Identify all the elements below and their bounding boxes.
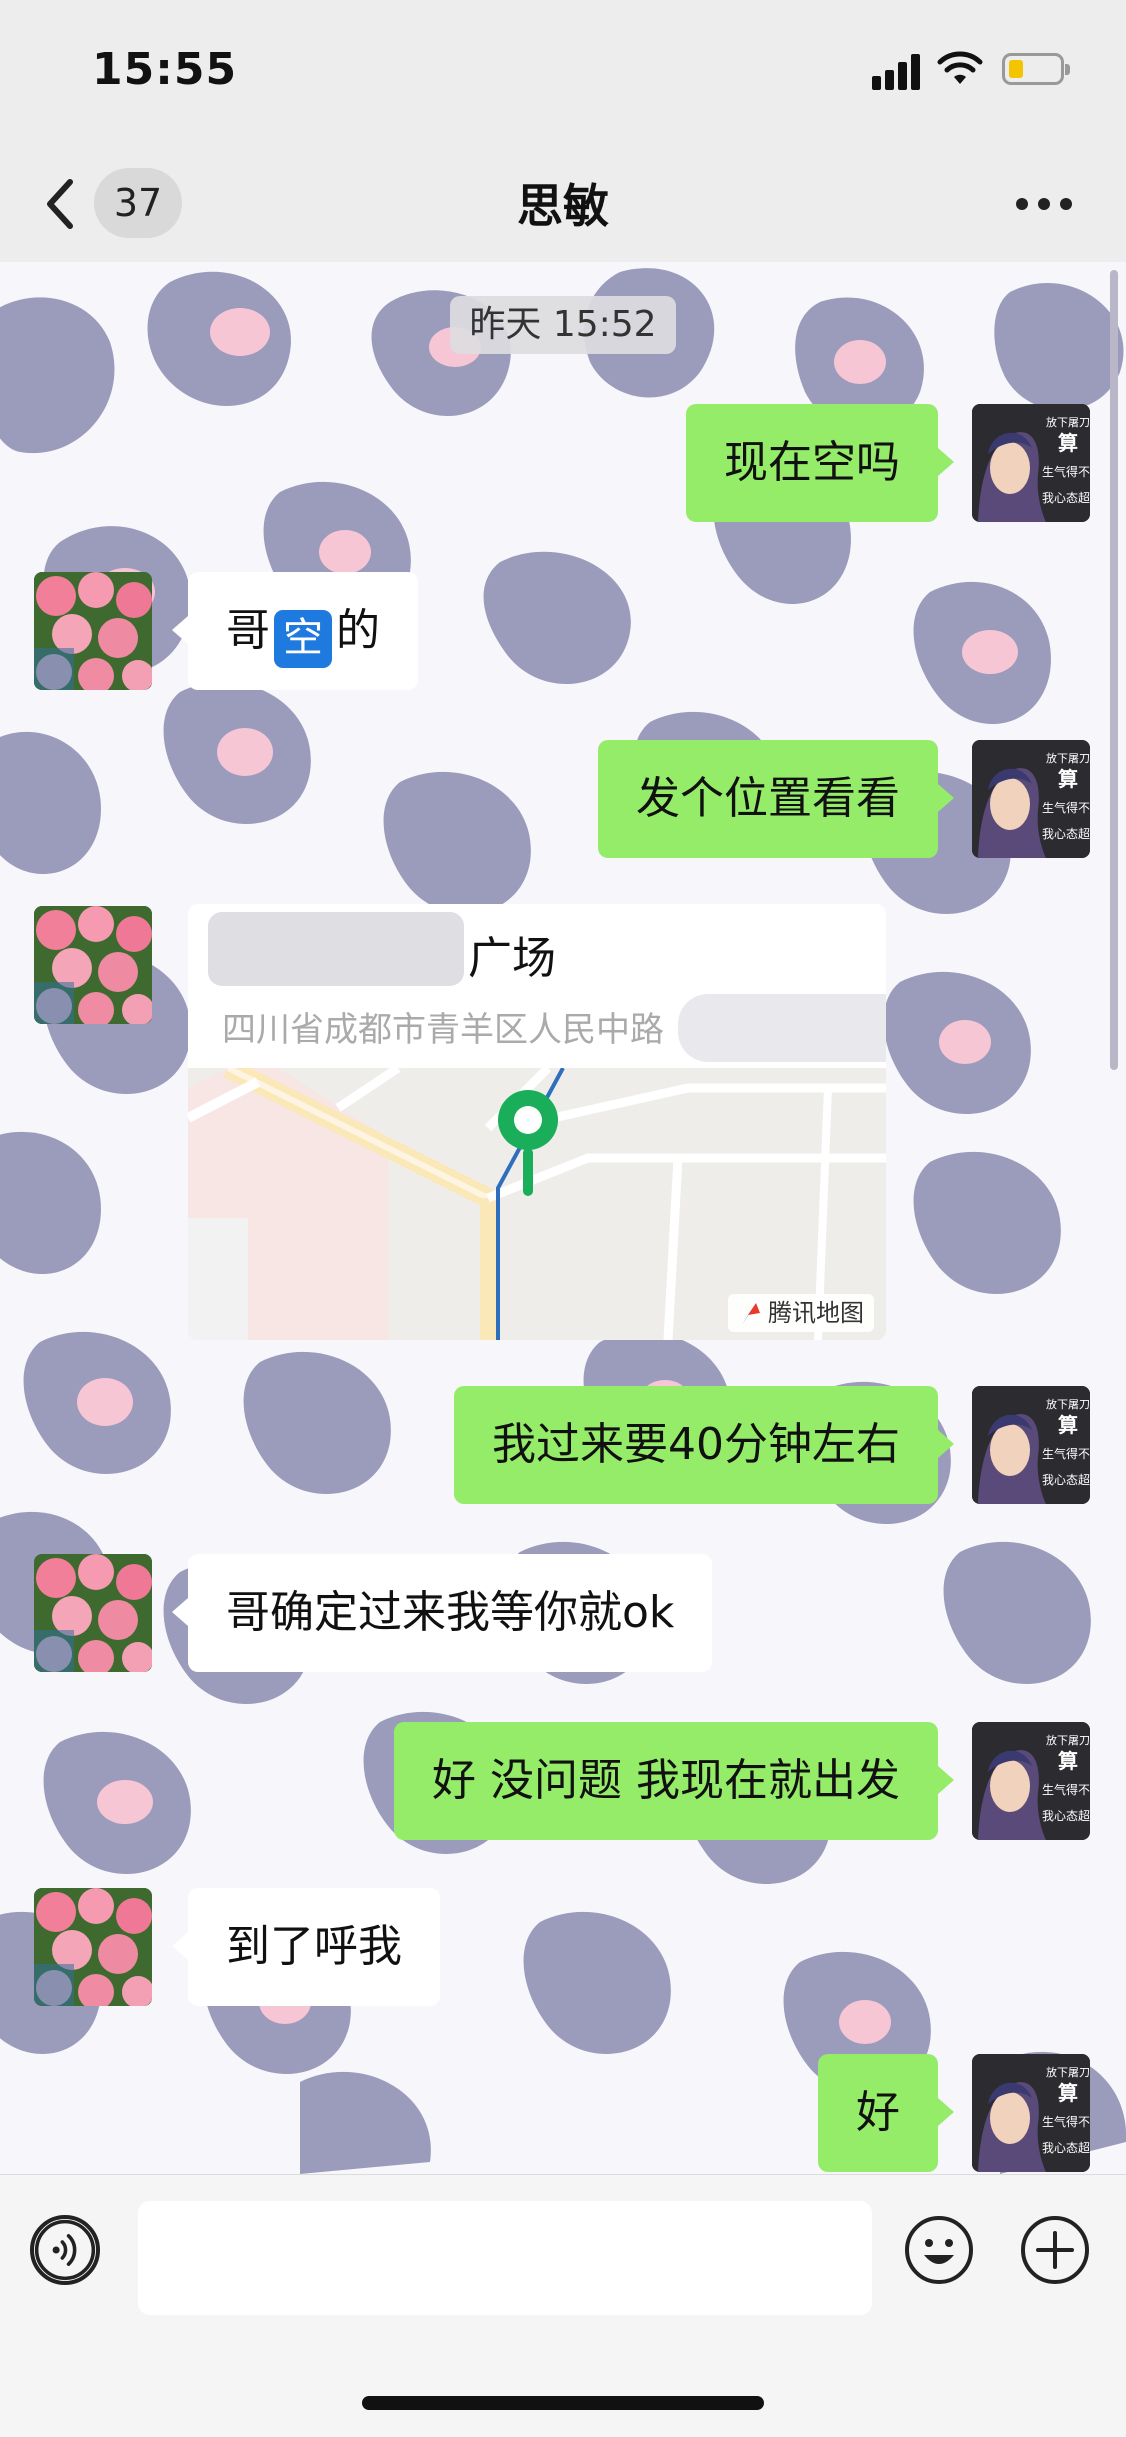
- redaction-blur: [678, 994, 886, 1062]
- sent-message-bubble[interactable]: 发个位置看看: [598, 740, 954, 858]
- more-options-button[interactable]: [1016, 198, 1072, 212]
- self-avatar[interactable]: 放下屠刀 算 生气得不好 我心态超棒: [972, 1386, 1090, 1504]
- status-time: 15:55: [92, 44, 238, 95]
- svg-text:放下屠刀: 放下屠刀: [1046, 751, 1090, 765]
- svg-text:生气得不好: 生气得不好: [1042, 1782, 1090, 1797]
- message-timestamp: 昨天 15:52: [450, 296, 676, 354]
- battery-icon: [1002, 53, 1070, 85]
- svg-text:算: 算: [1058, 1413, 1078, 1437]
- svg-text:放下屠刀: 放下屠刀: [1046, 2065, 1090, 2079]
- svg-text:放下屠刀: 放下屠刀: [1046, 415, 1090, 429]
- message-text-input[interactable]: [138, 2201, 872, 2315]
- emoji-kong-icon: 空: [274, 610, 332, 668]
- cellular-signal-icon: [872, 52, 924, 90]
- received-message-bubble[interactable]: 哥空的: [172, 572, 418, 690]
- roses-avatar-image: [34, 572, 152, 690]
- map-brand-label: 腾讯地图: [768, 1299, 864, 1327]
- svg-text:我心态超棒: 我心态超棒: [1042, 1808, 1090, 1823]
- contact-avatar[interactable]: [34, 572, 152, 690]
- self-avatar[interactable]: 放下屠刀 算 生气得不好 我心态超棒: [972, 1722, 1090, 1840]
- location-map[interactable]: 腾讯地图: [188, 1059, 886, 1340]
- svg-text:生气得不好: 生气得不好: [1042, 800, 1090, 815]
- sent-message-bubble[interactable]: 现在空吗: [686, 404, 954, 522]
- roses-avatar-image: [34, 1554, 152, 1672]
- contact-avatar[interactable]: [34, 1888, 152, 2006]
- message-text: 的: [336, 605, 380, 656]
- svg-text:生气得不好: 生气得不好: [1042, 2114, 1090, 2129]
- svg-text:我心态超棒: 我心态超棒: [1042, 1472, 1090, 1487]
- sent-message-bubble[interactable]: 好: [818, 2054, 954, 2172]
- plus-icon[interactable]: [1020, 2215, 1090, 2285]
- svg-text:我心态超棒: 我心态超棒: [1042, 826, 1090, 841]
- svg-text:放下屠刀: 放下屠刀: [1046, 1397, 1090, 1411]
- location-name: 广场: [468, 933, 556, 984]
- self-avatar[interactable]: 放下屠刀 算 生气得不好 我心态超棒: [972, 404, 1090, 522]
- back-button[interactable]: [40, 172, 80, 236]
- received-message-bubble[interactable]: 到了呼我: [172, 1888, 440, 2006]
- svg-text:算: 算: [1058, 2081, 1078, 2105]
- redaction-blur: [208, 912, 464, 986]
- location-pin-icon: [498, 1090, 558, 1196]
- svg-text:我心态超棒: 我心态超棒: [1042, 2140, 1090, 2155]
- guanyin-avatar-image: 放下屠刀 算 生气得不好 我心态超棒: [972, 2054, 1090, 2172]
- guanyin-avatar-image: 放下屠刀 算 生气得不好 我心态超棒: [972, 1722, 1090, 1840]
- tencent-map-watermark: 腾讯地图: [728, 1294, 874, 1332]
- chat-scrollbar[interactable]: [1110, 270, 1118, 1070]
- sent-message-bubble[interactable]: 我过来要40分钟左右: [454, 1386, 954, 1504]
- contact-avatar[interactable]: [34, 906, 152, 1024]
- tencent-map-icon: [742, 1303, 760, 1325]
- chat-header: 37 思敏: [0, 150, 1126, 262]
- svg-text:我心态超棒: 我心态超棒: [1042, 490, 1090, 505]
- message-text: 哥: [226, 605, 270, 656]
- roses-avatar-image: [34, 906, 152, 1024]
- svg-text:算: 算: [1058, 431, 1078, 455]
- emoji-icon[interactable]: [904, 2215, 974, 2285]
- home-indicator[interactable]: [362, 2396, 764, 2410]
- roses-avatar-image: [34, 1888, 152, 2006]
- svg-text:放下屠刀: 放下屠刀: [1046, 1733, 1090, 1747]
- svg-text:生气得不好: 生气得不好: [1042, 1446, 1090, 1461]
- wifi-icon: [937, 51, 983, 84]
- svg-text:生气得不好: 生气得不好: [1042, 464, 1090, 479]
- svg-text:算: 算: [1058, 767, 1078, 791]
- self-avatar[interactable]: 放下屠刀 算 生气得不好 我心态超棒: [972, 2054, 1090, 2172]
- received-message-bubble[interactable]: 哥确定过来我等你就ok: [171, 1554, 713, 1672]
- chat-area[interactable]: 昨天 15:52 现在空吗 放下屠刀 算 生气得不好 我心态超棒 哥空的 发个位…: [0, 262, 1126, 2174]
- unread-count-badge[interactable]: 37: [94, 168, 182, 238]
- location-message-card[interactable]: 广场 四川省成都市青羊区人民中路 腾讯地图: [188, 904, 886, 1340]
- contact-avatar[interactable]: [34, 1554, 152, 1672]
- svg-text:算: 算: [1058, 1749, 1078, 1773]
- status-bar: 15:55: [0, 0, 1126, 150]
- guanyin-avatar-image: 放下屠刀 算 生气得不好 我心态超棒: [972, 740, 1090, 858]
- voice-input-icon[interactable]: [30, 2215, 100, 2285]
- sent-message-bubble[interactable]: 好 没问题 我现在就出发: [394, 1722, 954, 1840]
- self-avatar[interactable]: 放下屠刀 算 生气得不好 我心态超棒: [972, 740, 1090, 858]
- location-address: 四川省成都市青羊区人民中路: [222, 1010, 664, 1050]
- guanyin-avatar-image: 放下屠刀 算 生气得不好 我心态超棒: [972, 404, 1090, 522]
- guanyin-avatar-image: 放下屠刀 算 生气得不好 我心态超棒: [972, 1386, 1090, 1504]
